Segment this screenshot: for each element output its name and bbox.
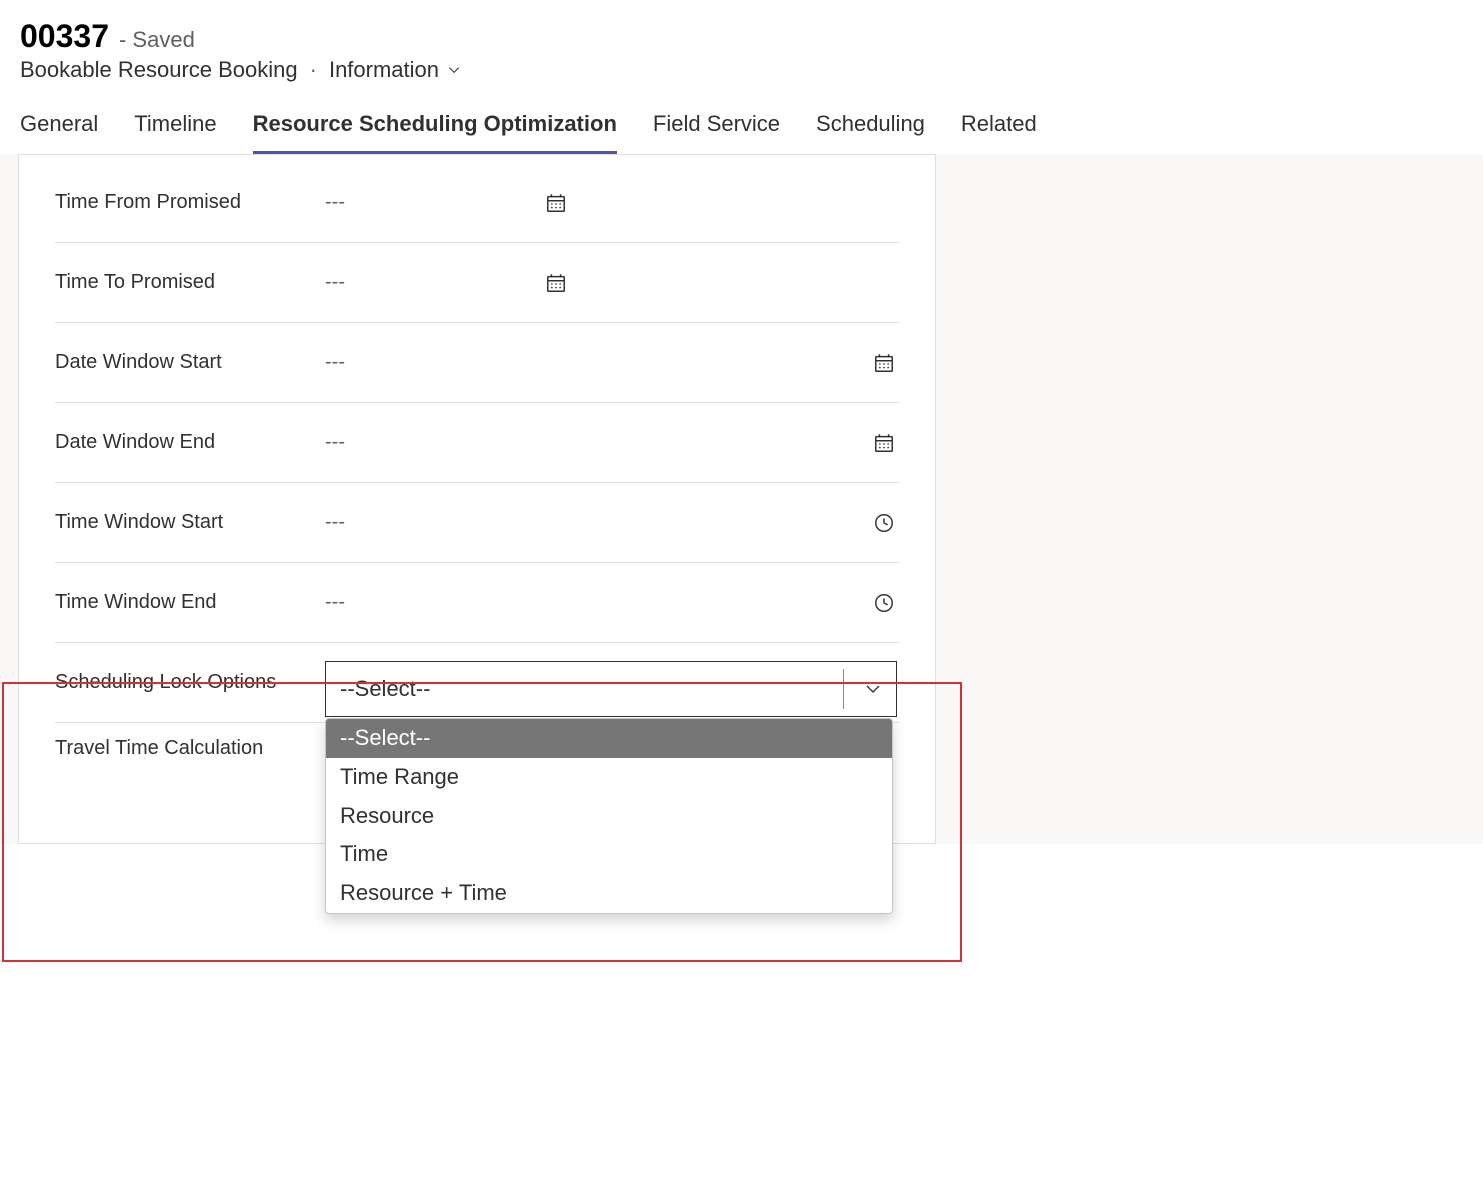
field-label: Time To Promised [55, 261, 325, 304]
field-label: Travel Time Calculation [55, 727, 325, 770]
scheduling-lock-dropdown: --Select-- Time Range Resource Time Reso… [325, 718, 893, 914]
field-time-window-end[interactable]: Time Window End --- [55, 563, 899, 643]
field-value: --- [325, 191, 345, 214]
tab-label: Timeline [134, 111, 216, 136]
dropdown-option-select[interactable]: --Select-- [326, 719, 892, 758]
calendar-icon[interactable] [545, 272, 567, 294]
separator-dot: · [310, 57, 317, 83]
field-time-window-start[interactable]: Time Window Start --- [55, 483, 899, 563]
tab-row: General Timeline Resource Scheduling Opt… [0, 83, 1483, 154]
tab-label: General [20, 111, 98, 136]
page-header: 00337 - Saved Bookable Resource Booking … [0, 0, 1483, 83]
tab-label: Resource Scheduling Optimization [253, 111, 617, 136]
dropdown-option-resource[interactable]: Resource [326, 797, 892, 836]
calendar-icon[interactable] [873, 432, 895, 454]
tab-label: Field Service [653, 111, 780, 136]
record-title: 00337 [20, 18, 109, 55]
saved-status: - Saved [119, 27, 195, 53]
chevron-down-icon [447, 63, 461, 77]
dropdown-option-time-range[interactable]: Time Range [326, 758, 892, 797]
tab-label: Scheduling [816, 111, 925, 136]
field-label: Date Window Start [55, 341, 325, 384]
field-label: Time Window End [55, 581, 325, 624]
scheduling-lock-select[interactable]: --Select-- --Select-- Time Range Resourc… [325, 661, 897, 717]
field-label: Date Window End [55, 421, 325, 464]
calendar-icon[interactable] [545, 192, 567, 214]
field-label: Time From Promised [55, 181, 325, 224]
field-label: Time Window Start [55, 501, 325, 544]
field-value: --- [325, 351, 345, 374]
field-time-to-promised[interactable]: Time To Promised --- [55, 243, 899, 323]
field-label: Scheduling Lock Options [55, 661, 325, 704]
tab-general[interactable]: General [20, 111, 98, 154]
form-panel: Time From Promised --- Time To Promised … [18, 154, 936, 844]
field-date-window-end[interactable]: Date Window End --- [55, 403, 899, 483]
field-date-window-start[interactable]: Date Window Start --- [55, 323, 899, 403]
tab-scheduling[interactable]: Scheduling [816, 111, 925, 154]
calendar-icon[interactable] [873, 352, 895, 374]
field-value: --- [325, 591, 345, 614]
form-selector[interactable]: Information [329, 57, 461, 83]
field-value: --- [325, 511, 345, 534]
field-scheduling-lock-options: Scheduling Lock Options --Select-- --Sel… [55, 643, 899, 723]
select-value: --Select-- [340, 676, 430, 702]
clock-icon[interactable] [873, 512, 895, 534]
tab-rso[interactable]: Resource Scheduling Optimization [253, 111, 617, 154]
field-time-from-promised[interactable]: Time From Promised --- [55, 163, 899, 243]
clock-icon[interactable] [873, 592, 895, 614]
select-divider [843, 669, 844, 709]
tab-label: Related [961, 111, 1037, 136]
field-value: --- [325, 431, 345, 454]
entity-name: Bookable Resource Booking [20, 57, 298, 83]
tab-timeline[interactable]: Timeline [134, 111, 216, 154]
field-value: --- [325, 271, 345, 294]
dropdown-option-time[interactable]: Time [326, 835, 892, 874]
form-name: Information [329, 57, 439, 83]
dropdown-option-resource-time[interactable]: Resource + Time [326, 874, 892, 913]
tab-field-service[interactable]: Field Service [653, 111, 780, 154]
tab-related[interactable]: Related [961, 111, 1037, 154]
chevron-down-icon [864, 680, 882, 698]
